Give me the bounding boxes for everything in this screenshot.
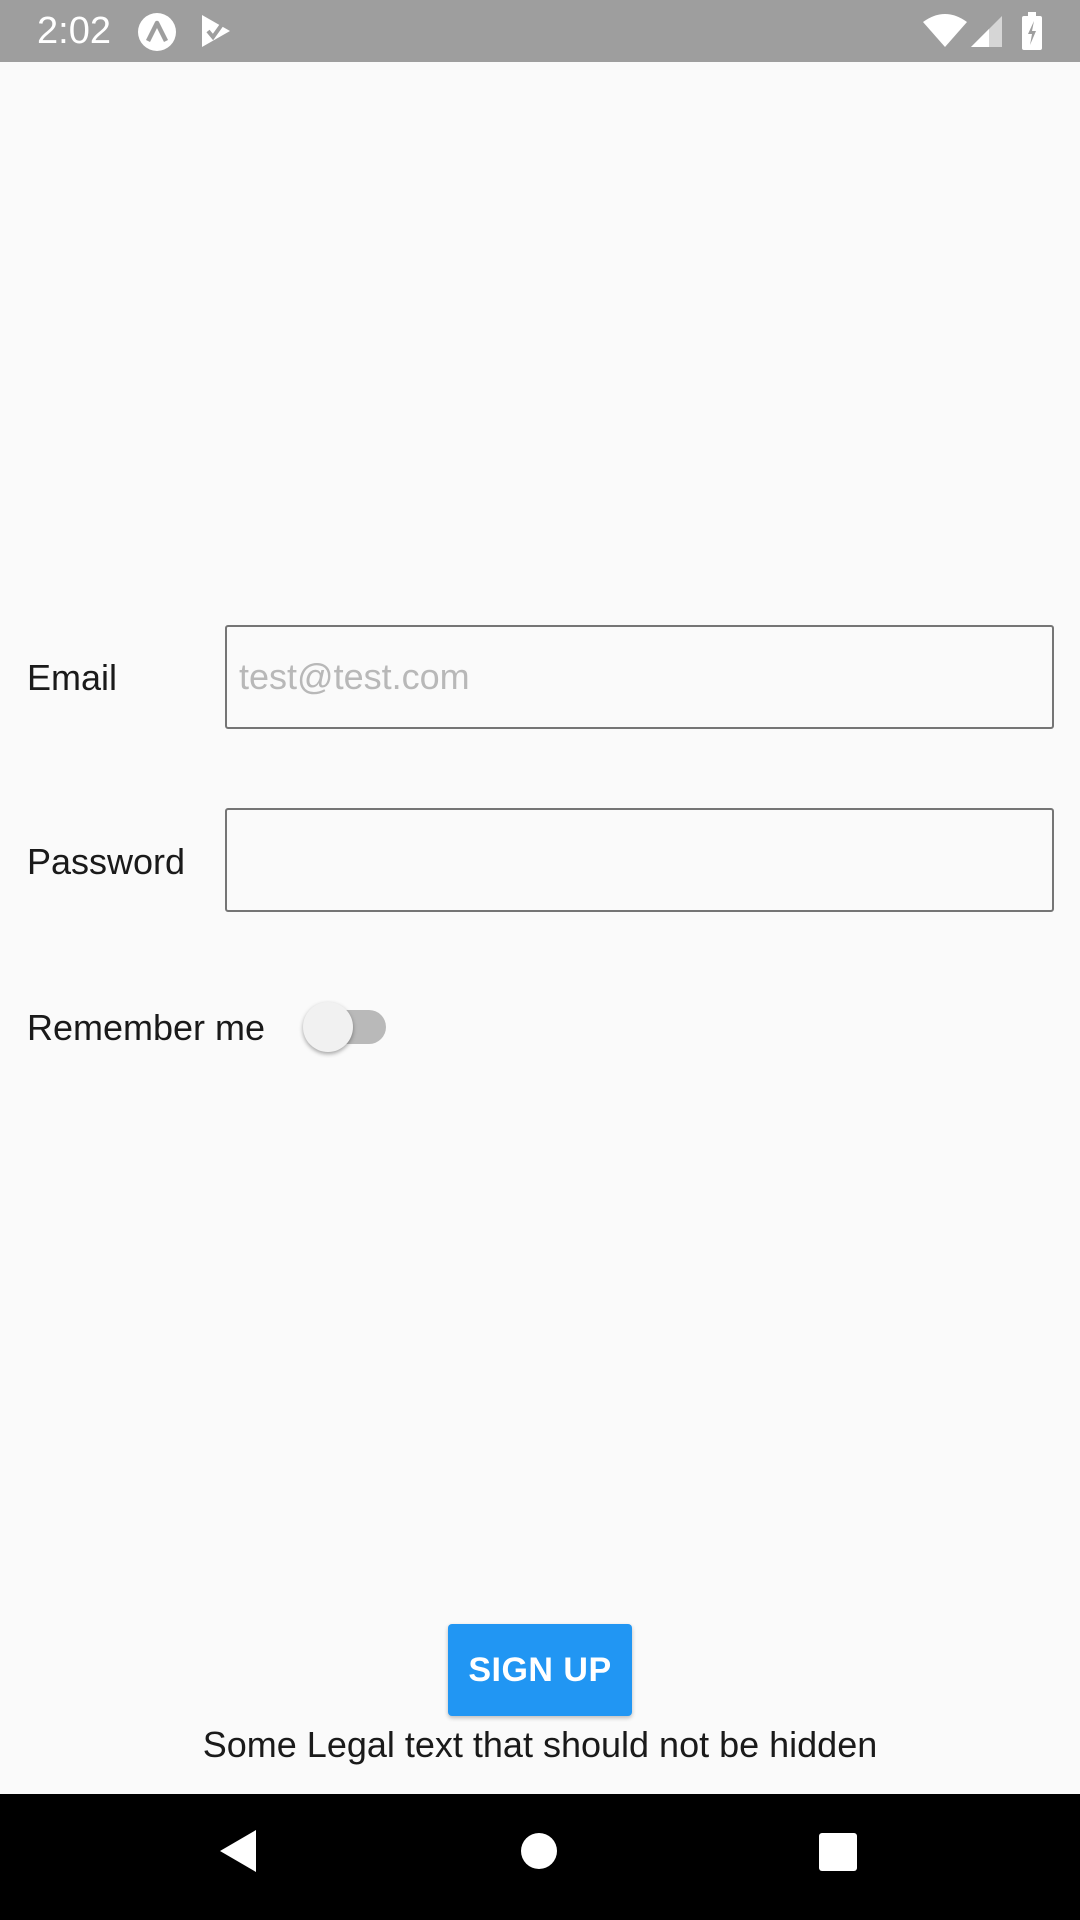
- battery-icon: [1022, 12, 1042, 50]
- app-notification-icon: [138, 13, 176, 51]
- remember-me-toggle[interactable]: [300, 998, 390, 1056]
- password-label: Password: [27, 841, 186, 882]
- play-store-icon: [202, 15, 230, 47]
- email-label: Email: [27, 657, 118, 698]
- sign-up-button[interactable]: SIGN UP: [448, 1624, 632, 1716]
- status-time: 2:02: [37, 10, 111, 52]
- remember-me-label: Remember me: [27, 1007, 266, 1048]
- password-input[interactable]: [225, 808, 1054, 912]
- status-bar: 2:02: [0, 0, 1080, 62]
- home-icon[interactable]: [520, 1832, 558, 1870]
- email-input[interactable]: [225, 625, 1054, 729]
- back-icon[interactable]: [218, 1828, 258, 1874]
- legal-text: Some Legal text that should not be hidde…: [202, 1724, 878, 1765]
- wifi-icon: [923, 14, 967, 47]
- navigation-bar: [0, 1794, 1080, 1920]
- cell-signal-icon: [971, 16, 1002, 47]
- screen: 2:02 Email Password Remember me SIGN: [0, 0, 1080, 1920]
- recents-icon[interactable]: [818, 1832, 858, 1872]
- toggle-thumb: [303, 1002, 353, 1052]
